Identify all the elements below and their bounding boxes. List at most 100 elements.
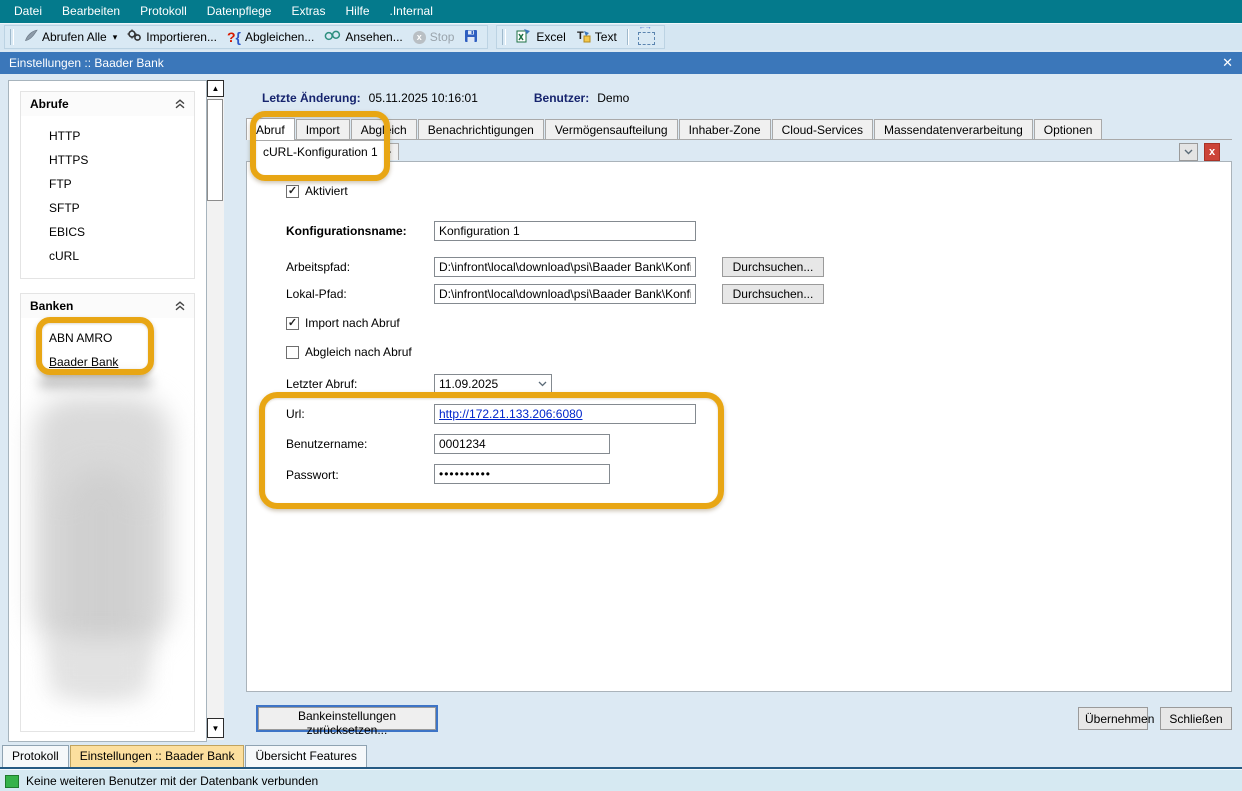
arbeitspfad-input[interactable] (434, 257, 696, 277)
stop-button: x Stop (408, 26, 460, 48)
selection-mode-button[interactable] (633, 26, 660, 48)
scroll-down-button[interactable]: ▼ (207, 718, 224, 738)
arbeitspfad-label: Arbeitspfad: (286, 260, 350, 274)
tab-inhaber-zone[interactable]: Inhaber-Zone (679, 119, 771, 139)
close-icon: ✕ (1222, 55, 1233, 70)
sidebar-item-curl[interactable]: cURL (21, 244, 194, 268)
last-change-value: 05.11.2025 10:16:01 (369, 91, 478, 105)
sidebar-item-https[interactable]: HTTPS (21, 148, 194, 172)
tab-vermoegensaufteilung[interactable]: Vermögensaufteilung (545, 119, 678, 139)
stop-label: Stop (430, 30, 455, 44)
menu-item-protokoll[interactable]: Protokoll (130, 0, 197, 23)
chevron-down-icon[interactable]: ▾ (113, 32, 118, 43)
tab-import[interactable]: Import (296, 119, 350, 139)
abgleich-nach-abruf-checkbox[interactable] (286, 346, 299, 359)
menu-item-hilfe[interactable]: Hilfe (335, 0, 379, 23)
panel-title-bar: Einstellungen :: Baader Bank ✕ (0, 52, 1242, 74)
settings-tab-bar: Abruf Import Abgleich Benachrichtigungen… (246, 119, 1232, 140)
redacted-region (51, 638, 146, 698)
triangle-down-icon: ▼ (212, 724, 220, 733)
subtab-curl-konfiguration-1[interactable]: cURL-Konfiguration 1 (252, 140, 389, 162)
tab-abruf[interactable]: Abruf (246, 118, 295, 140)
status-message: Keine weiteren Benutzer mit der Datenban… (26, 774, 318, 788)
redacted-region (39, 376, 151, 388)
bottom-tab-bar: Protokoll Einstellungen :: Baader Bank Ü… (0, 745, 1242, 767)
compare-icon: ?{ (227, 29, 241, 45)
user-value: Demo (597, 91, 629, 105)
scroll-up-button[interactable]: ▲ (207, 80, 224, 97)
konfigurationsname-label: Konfigurationsname: (286, 224, 407, 238)
sidebar-banken-items: ABN AMRO Baader Bank (21, 318, 194, 731)
lokal-pfad-input[interactable] (434, 284, 696, 304)
sidebar-item-http[interactable]: HTTP (21, 124, 194, 148)
stop-icon: x (413, 31, 426, 44)
panel-close-button[interactable]: ✕ (1222, 55, 1233, 71)
menu-item-internal[interactable]: .Internal (380, 0, 443, 23)
bottom-tab-uebersicht-features[interactable]: Übersicht Features (245, 745, 366, 767)
panel-title: Einstellungen :: Baader Bank (9, 56, 164, 70)
text-label: Text (595, 30, 617, 44)
lokal-pfad-durchsuchen-button[interactable]: Durchsuchen... (722, 284, 824, 304)
importieren-label: Importieren... (146, 30, 217, 44)
aktiviert-label: Aktiviert (305, 184, 348, 198)
text-export-button[interactable]: T Text (571, 26, 622, 48)
excel-export-button[interactable]: Excel (511, 26, 570, 48)
close-configuration-tab-button[interactable]: x (1204, 143, 1220, 161)
sidebar-item-sftp[interactable]: SFTP (21, 196, 194, 220)
tab-list-dropdown-button[interactable] (1179, 143, 1198, 161)
sidebar-item-ftp[interactable]: FTP (21, 172, 194, 196)
passwort-input[interactable] (434, 464, 610, 484)
abgleichen-button[interactable]: ?{ Abgleichen... (222, 26, 319, 48)
uebernehmen-button[interactable]: Übernehmen (1078, 707, 1148, 730)
import-nach-abruf-checkbox[interactable] (286, 317, 299, 330)
content-area: Abrufe HTTP HTTPS FTP SFTP EBICS cURL Ba… (0, 74, 1242, 745)
sidebar-item-baader-bank[interactable]: Baader Bank (21, 350, 194, 374)
menu-item-datenpflege[interactable]: Datenpflege (197, 0, 282, 23)
benutzername-input[interactable] (434, 434, 610, 454)
abgleichen-label: Abgleichen... (245, 30, 314, 44)
sidebar-item-ebics[interactable]: EBICS (21, 220, 194, 244)
benutzername-label: Benutzername: (286, 437, 367, 451)
toolbar-grip (10, 29, 14, 45)
aktiviert-checkbox[interactable] (286, 185, 299, 198)
bottom-tab-protokoll[interactable]: Protokoll (2, 745, 69, 767)
sidebar-item-abn-amro[interactable]: ABN AMRO (21, 326, 194, 350)
menu-item-extras[interactable]: Extras (281, 0, 335, 23)
letzter-abruf-label: Letzter Abruf: (286, 377, 357, 391)
glasses-icon (324, 30, 341, 44)
user-label: Benutzer: (534, 91, 589, 105)
tab-abgleich[interactable]: Abgleich (351, 119, 417, 139)
ansehen-button[interactable]: Ansehen... (319, 26, 407, 48)
abrufen-alle-button[interactable]: Abrufen Alle ▾ (19, 26, 122, 48)
scroll-thumb[interactable] (207, 99, 223, 201)
close-x-icon: x (1209, 146, 1215, 158)
abrufen-alle-label: Abrufen Alle (42, 30, 107, 44)
menu-item-bearbeiten[interactable]: Bearbeiten (52, 0, 130, 23)
sidebar-section-banken-header[interactable]: Banken (21, 294, 194, 318)
sidebar-section-abrufe-title: Abrufe (30, 97, 69, 111)
collapse-chevrons-icon (175, 301, 185, 311)
gear-icon (127, 29, 142, 45)
url-input[interactable] (434, 404, 696, 424)
sidebar-section-abrufe-header[interactable]: Abrufe (21, 92, 194, 116)
sidebar: Abrufe HTTP HTTPS FTP SFTP EBICS cURL Ba… (8, 80, 207, 742)
sidebar-scrollbar[interactable]: ▲ ▼ (207, 80, 224, 740)
arbeitspfad-durchsuchen-button[interactable]: Durchsuchen... (722, 257, 824, 277)
bottom-tab-einstellungen-baader-bank[interactable]: Einstellungen :: Baader Bank (70, 745, 245, 767)
letzter-abruf-dropdown[interactable]: 11.09.2025 (434, 374, 552, 394)
tab-benachrichtigungen[interactable]: Benachrichtigungen (418, 119, 544, 139)
menu-item-datei[interactable]: Datei (4, 0, 52, 23)
tab-optionen[interactable]: Optionen (1034, 119, 1103, 139)
tab-massendatenverarbeitung[interactable]: Massendatenverarbeitung (874, 119, 1033, 139)
toolbar-group-actions: Abrufen Alle ▾ Importieren... ?{ Abgleic… (4, 25, 488, 49)
importieren-button[interactable]: Importieren... (122, 26, 222, 48)
save-button[interactable] (459, 26, 483, 48)
tab-cloud-services[interactable]: Cloud-Services (772, 119, 873, 139)
schliessen-button[interactable]: Schließen (1160, 707, 1232, 730)
toolbar-group-export: Excel T Text (496, 25, 664, 49)
bankeinstellungen-zuruecksetzen-button[interactable]: Bankeinstellungen zurücksetzen... (258, 707, 436, 730)
konfigurationsname-input[interactable] (434, 221, 696, 241)
letzter-abruf-value: 11.09.2025 (439, 377, 498, 391)
record-info-header: Letzte Änderung: 05.11.2025 10:16:01 Ben… (262, 91, 629, 105)
lokal-pfad-label: Lokal-Pfad: (286, 287, 347, 301)
